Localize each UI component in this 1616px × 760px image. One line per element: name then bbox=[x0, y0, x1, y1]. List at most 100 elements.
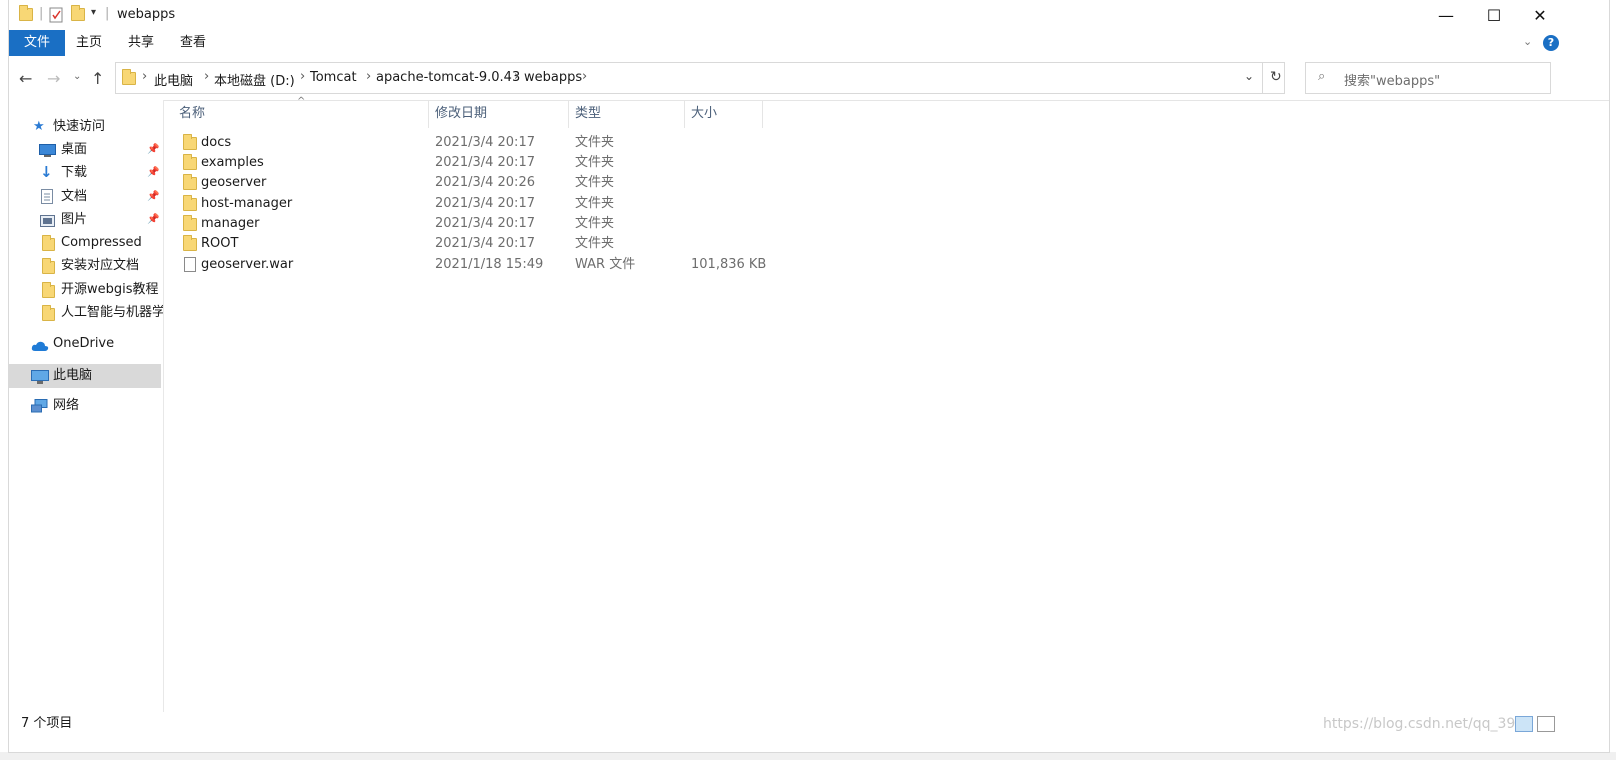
sidebar-item-label: 此电脑 bbox=[53, 368, 93, 383]
sidebar-item-documents[interactable]: 文档 📌 bbox=[9, 186, 161, 208]
pin-icon[interactable]: 📌 bbox=[147, 162, 159, 184]
tab-home[interactable]: 主页 bbox=[69, 30, 109, 56]
breadcrumb-separator-icon[interactable]: › bbox=[300, 69, 305, 84]
sidebar-item-pictures[interactable]: 图片 📌 bbox=[9, 209, 161, 231]
pin-icon[interactable]: 📌 bbox=[147, 209, 159, 231]
folder-icon bbox=[183, 174, 197, 190]
sidebar-item-desktop[interactable]: 桌面 📌 bbox=[9, 139, 161, 161]
column-date-modified[interactable]: 修改日期 bbox=[429, 100, 569, 128]
folder-icon bbox=[42, 305, 55, 321]
file-type: 文件夹 bbox=[575, 155, 615, 170]
back-arrow-icon[interactable]: ← bbox=[19, 69, 32, 88]
file-row[interactable]: examples 2021/3/4 20:17 文件夹 bbox=[173, 153, 793, 173]
properties-icon[interactable] bbox=[49, 7, 63, 27]
breadcrumb-separator-icon[interactable]: › bbox=[582, 69, 587, 84]
file-row[interactable]: docs 2021/3/4 20:17 文件夹 bbox=[173, 133, 793, 153]
file-name: ROOT bbox=[201, 236, 239, 251]
close-button[interactable]: ✕ bbox=[1517, 0, 1563, 30]
file-date: 2021/1/18 15:49 bbox=[435, 257, 544, 272]
expand-ribbon-icon[interactable]: ⌄ bbox=[1523, 35, 1532, 48]
folder-icon bbox=[183, 215, 197, 231]
new-folder-icon[interactable] bbox=[71, 5, 85, 21]
sidebar-item-compressed[interactable]: Compressed bbox=[9, 232, 161, 254]
address-bar[interactable]: › 此电脑 › 本地磁盘 (D:) › Tomcat › apache-tomc… bbox=[115, 62, 1285, 94]
column-name[interactable]: 名称 bbox=[173, 100, 429, 128]
breadcrumb-item[interactable]: webapps bbox=[524, 70, 582, 85]
column-type[interactable]: 类型 bbox=[569, 100, 685, 128]
folder-icon bbox=[183, 235, 197, 251]
search-input[interactable]: 搜索"webapps" bbox=[1344, 70, 1440, 89]
sidebar-item-folder[interactable]: 开源webgis教程 bbox=[9, 279, 161, 301]
details-view-icon[interactable] bbox=[1515, 716, 1533, 732]
breadcrumb-separator-icon[interactable]: › bbox=[514, 69, 519, 84]
breadcrumb-item[interactable]: 本地磁盘 (D:) bbox=[214, 70, 295, 89]
folder-icon bbox=[42, 235, 55, 251]
folder-icon bbox=[42, 258, 55, 274]
sidebar-item-network[interactable]: 网络 bbox=[9, 395, 161, 417]
breadcrumb-item[interactable]: Tomcat bbox=[310, 70, 357, 85]
file-row[interactable]: ROOT 2021/3/4 20:17 文件夹 bbox=[173, 234, 793, 254]
refresh-icon[interactable]: ↻ bbox=[1270, 69, 1282, 85]
file-row[interactable]: geoserver 2021/3/4 20:26 文件夹 bbox=[173, 173, 793, 193]
sidebar-item-label: OneDrive bbox=[53, 336, 115, 351]
column-header: ^ 名称 修改日期 类型 大小 bbox=[173, 96, 1609, 128]
file-type: 文件夹 bbox=[575, 216, 615, 231]
file-name: geoserver.war bbox=[201, 257, 294, 272]
file-size: 101,836 KB bbox=[691, 257, 767, 272]
sidebar-item-label: 开源webgis教程 bbox=[61, 282, 159, 297]
cloud-icon bbox=[31, 338, 49, 360]
file-name: geoserver bbox=[201, 175, 267, 190]
column-size[interactable]: 大小 bbox=[685, 100, 763, 128]
sidebar-item-this-pc[interactable]: 此电脑 bbox=[9, 364, 161, 388]
sidebar-item-label: 快速访问 bbox=[53, 119, 106, 134]
maximize-button[interactable]: ☐ bbox=[1471, 0, 1517, 30]
divider: | bbox=[105, 6, 110, 21]
background-strip bbox=[0, 752, 1616, 760]
file-type: WAR 文件 bbox=[575, 257, 636, 272]
tab-share[interactable]: 共享 bbox=[121, 30, 161, 56]
file-date: 2021/3/4 20:17 bbox=[435, 236, 535, 251]
forward-arrow-icon[interactable]: → bbox=[47, 69, 60, 88]
sidebar-item-downloads[interactable]: ↓ 下载 📌 bbox=[9, 162, 161, 184]
folder-icon[interactable] bbox=[19, 5, 33, 21]
sidebar-item-folder[interactable]: 人工智能与机器学习 bbox=[9, 302, 163, 324]
search-box[interactable]: ⌕ 搜索"webapps" bbox=[1305, 62, 1551, 94]
file-row[interactable]: geoserver.war 2021/1/18 15:49 WAR 文件 101… bbox=[173, 255, 793, 275]
window-title: webapps bbox=[117, 7, 176, 22]
large-icons-view-icon[interactable] bbox=[1537, 716, 1555, 732]
sidebar-item-folder[interactable]: 安装对应文档 bbox=[9, 255, 161, 277]
breadcrumb-separator-icon[interactable]: › bbox=[204, 69, 209, 84]
breadcrumb-item[interactable]: 此电脑 bbox=[154, 70, 193, 89]
up-arrow-icon[interactable]: ↑ bbox=[91, 69, 104, 88]
tab-view[interactable]: 查看 bbox=[173, 30, 213, 56]
breadcrumb-item[interactable]: apache-tomcat-9.0.43 bbox=[376, 70, 520, 85]
pin-icon[interactable]: 📌 bbox=[147, 186, 159, 208]
folder-icon bbox=[183, 195, 197, 211]
star-icon: ★ bbox=[33, 119, 45, 134]
sidebar-item-label: 网络 bbox=[53, 398, 80, 413]
file-row[interactable]: manager 2021/3/4 20:17 文件夹 bbox=[173, 214, 793, 234]
breadcrumb-separator-icon[interactable]: › bbox=[366, 69, 371, 84]
watermark-text: https://blog.csdn.net/qq_393 bbox=[1323, 716, 1525, 732]
sidebar-item-label: 人工智能与机器学习 bbox=[61, 305, 163, 320]
recent-locations-icon[interactable]: ⌄ bbox=[73, 71, 81, 82]
sidebar-item-onedrive[interactable]: OneDrive bbox=[9, 333, 161, 355]
minimize-button[interactable]: — bbox=[1423, 0, 1469, 30]
pin-icon[interactable]: 📌 bbox=[147, 139, 159, 161]
title-bar: | ▾ | webapps — ☐ ✕ bbox=[9, 0, 1609, 30]
file-type: 文件夹 bbox=[575, 196, 615, 211]
file-row[interactable]: host-manager 2021/3/4 20:17 文件夹 bbox=[173, 194, 793, 214]
help-icon[interactable]: ? bbox=[1543, 35, 1559, 51]
item-count: 7 个项目 bbox=[21, 716, 73, 731]
file-date: 2021/3/4 20:17 bbox=[435, 155, 535, 170]
ribbon-tabs: 文件 主页 共享 查看 ⌄ ? bbox=[9, 30, 1609, 57]
folder-icon bbox=[122, 69, 136, 85]
address-dropdown-icon[interactable]: ⌄ bbox=[1244, 69, 1254, 83]
customize-qat-icon[interactable]: ▾ bbox=[91, 7, 96, 18]
sidebar-item-quick-access[interactable]: ★ 快速访问 bbox=[9, 116, 161, 138]
breadcrumb-separator-icon[interactable]: › bbox=[142, 69, 147, 84]
divider: | bbox=[39, 6, 44, 21]
tab-file[interactable]: 文件 bbox=[9, 30, 65, 56]
folder-icon bbox=[183, 134, 197, 150]
navigation-bar: ← → ⌄ ↑ › 此电脑 › 本地磁盘 (D:) › Tomcat › apa… bbox=[9, 56, 1609, 101]
